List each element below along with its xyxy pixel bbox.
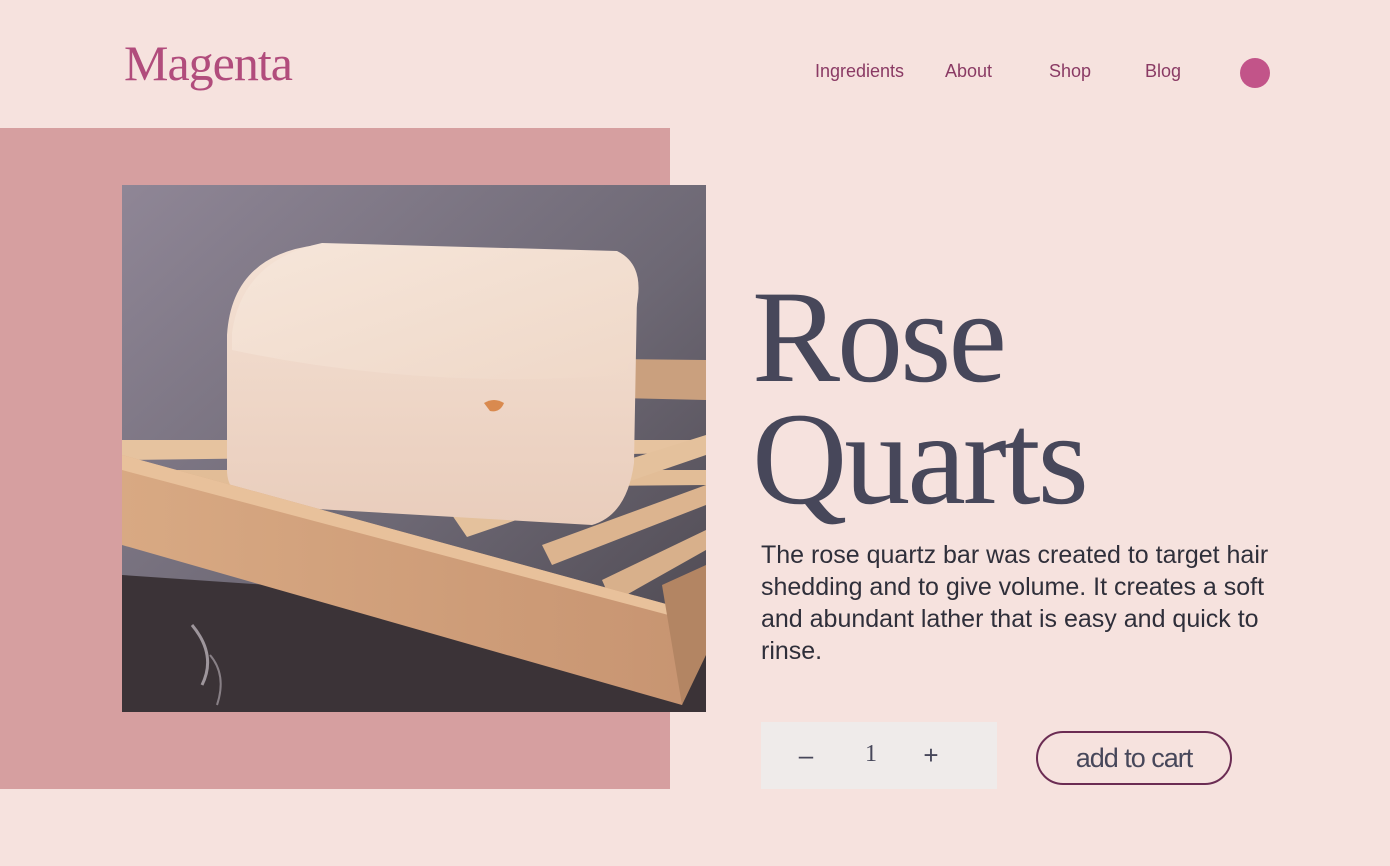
add-to-cart-button[interactable]: add to cart [1036,731,1232,785]
user-avatar-icon[interactable] [1240,58,1270,88]
quantity-stepper: – 1 + [761,722,997,789]
product-title-line-1: Rose [752,263,1007,410]
product-image [122,185,706,712]
product-title-line-2: Quarts [752,385,1089,532]
nav-about-link[interactable]: About [945,62,992,80]
nav-shop-link[interactable]: Shop [1049,62,1091,80]
increment-button[interactable]: + [911,722,951,789]
nav-blog-link[interactable]: Blog [1145,62,1181,80]
product-description: The rose quartz bar was created to targe… [761,541,1269,665]
product-title: Rose Quarts [752,263,1089,532]
decrement-button[interactable]: – [786,722,826,789]
quantity-value[interactable]: 1 [851,722,891,789]
brand-logo[interactable]: Magenta [124,38,293,88]
nav-ingredients-link[interactable]: Ingredients [815,62,904,80]
